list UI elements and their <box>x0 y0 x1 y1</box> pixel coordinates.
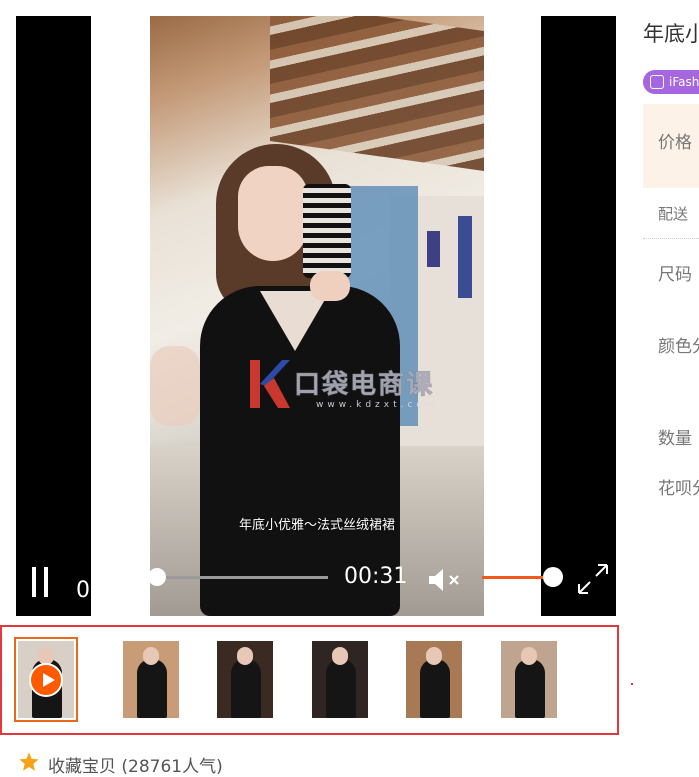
thumbnail-head <box>143 647 159 665</box>
shipping-label: 配送 <box>658 205 689 223</box>
red-dot <box>631 683 633 685</box>
video-frame[interactable]: 口袋电商课 www.kdzxt.com 年底小优雅～法式丝绒裙裙 <box>150 16 484 616</box>
watermark-logo-icon <box>250 360 290 408</box>
thumbnail-item[interactable] <box>217 641 273 718</box>
quantity-label: 数量 <box>658 429 692 449</box>
model-face <box>238 166 308 261</box>
thumbnail-head <box>426 647 442 665</box>
thumbnail-item[interactable] <box>501 641 557 718</box>
thumbnail-head <box>521 647 537 665</box>
star-icon[interactable] <box>18 751 40 773</box>
wall-poster <box>458 216 472 298</box>
watermark-url: www.kdzxt.com <box>316 400 439 410</box>
favorite-count: (28761人气) <box>121 757 223 777</box>
huabei-label: 花呗分 <box>658 479 699 499</box>
thumbnail-item[interactable] <box>123 641 179 718</box>
thumbnail-figure <box>515 659 545 718</box>
model-hand <box>310 271 350 301</box>
pause-button[interactable] <box>32 567 50 597</box>
thumbnail-item[interactable] <box>14 637 78 722</box>
thumbnail-head <box>237 647 253 665</box>
favorite-link[interactable]: 收藏宝贝 (28761人气) <box>48 752 223 777</box>
mute-icon[interactable] <box>427 567 463 593</box>
divider <box>643 238 699 239</box>
favorite-label: 收藏宝贝 <box>48 757 116 777</box>
total-time: 00:31 <box>344 564 408 589</box>
progress-handle[interactable] <box>148 568 166 586</box>
thumbnail-figure <box>420 659 450 718</box>
current-time: 0 <box>76 578 90 603</box>
video-player[interactable]: 口袋电商课 www.kdzxt.com 年底小优雅～法式丝绒裙裙 0 00:31 <box>16 16 616 616</box>
brand-icon <box>650 75 664 89</box>
waving-hand <box>150 346 200 426</box>
fullscreen-icon[interactable] <box>576 562 610 596</box>
wall-poster <box>427 231 440 267</box>
ceiling-beams <box>270 16 484 172</box>
phone-case <box>303 184 351 278</box>
pause-icon <box>32 567 36 597</box>
thumbnail-item[interactable] <box>406 641 462 718</box>
color-label: 颜色分 <box>658 337 699 357</box>
letterbox-right <box>541 16 616 616</box>
thumbnail-head <box>332 647 348 665</box>
size-label: 尺码 <box>658 265 692 285</box>
thumbnail-strip <box>0 625 619 735</box>
thumbnail-figure <box>231 659 261 718</box>
price-label: 价格 <box>658 133 692 153</box>
play-icon[interactable] <box>29 663 63 697</box>
watermark-text: 口袋电商课 <box>293 370 435 401</box>
product-title: 年底小 <box>643 22 699 46</box>
watermark: 口袋电商课 www.kdzxt.com <box>246 356 466 426</box>
progress-bar[interactable] <box>156 576 328 579</box>
thumbnail-figure <box>137 659 167 718</box>
video-subtitle: 年底小优雅～法式丝绒裙裙 <box>238 518 395 533</box>
letterbox-left <box>16 16 91 616</box>
volume-handle[interactable] <box>543 567 563 587</box>
thumbnail-item[interactable] <box>312 641 368 718</box>
volume-bar[interactable] <box>482 576 550 579</box>
thumbnail-figure <box>326 659 356 718</box>
